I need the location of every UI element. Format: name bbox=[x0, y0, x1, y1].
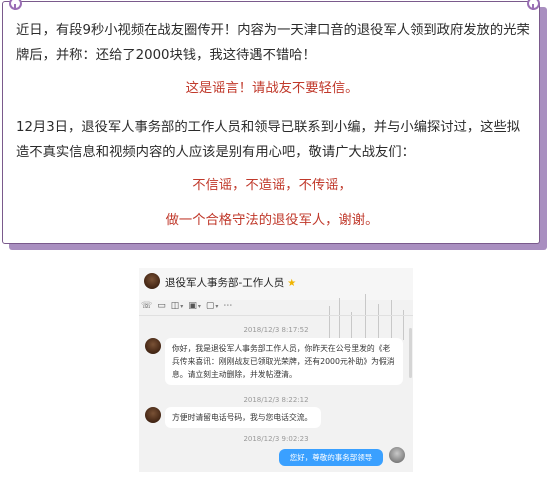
warning-text: 这是谣言！请战友不要轻信。 bbox=[185, 81, 359, 96]
divider bbox=[139, 315, 413, 316]
phone-icon[interactable]: ☏ bbox=[141, 300, 152, 312]
my-message-bubble: 您好，尊敬的事务部领导 bbox=[279, 449, 383, 466]
notice-paragraph-2: 12月3日，退役军人事务部的工作人员和领导已联系到小编，并与小编探讨过，这些拟造… bbox=[16, 120, 521, 160]
notice-paragraph-1: 近日，有段9秒小视频在战友圈传开！内容为一天津口音的退役军人领到政府发放的光荣牌… bbox=[16, 23, 530, 63]
file-icon[interactable]: ▢▾ bbox=[206, 300, 219, 313]
remote-desktop-icon[interactable]: ◫▾ bbox=[171, 300, 184, 313]
message-timestamp: 2018/12/3 8:22:12 bbox=[243, 396, 309, 404]
chat-title: 退役军人事务部-工作人员 bbox=[165, 277, 285, 289]
contact-avatar[interactable] bbox=[144, 273, 160, 289]
star-icon: ★ bbox=[287, 278, 297, 289]
slogan-2: 做一个合格守法的退役军人，谢谢。 bbox=[165, 213, 379, 228]
chat-toolbar: ☏ ▭ ◫▾ ▣▾ ▢▾ ⋯ bbox=[141, 299, 232, 313]
message-bubble: 你好，我是退役军人事务部工作人员，你昨天在公号里发的《老兵传来喜讯：刚刚战友已领… bbox=[165, 338, 403, 385]
scrollbar[interactable] bbox=[409, 328, 412, 378]
slogan-1: 不信谣，不造谣，不传谣， bbox=[192, 178, 352, 193]
chat-window: 退役军人事务部-工作人员 ★ ☏ ▭ ◫▾ ▣▾ ▢▾ ⋯ 2018/12/3 8… bbox=[139, 268, 413, 472]
message-timestamp: 2018/12/3 9:02:23 bbox=[243, 435, 309, 443]
binder-ring-icon bbox=[9, 0, 22, 10]
my-avatar[interactable] bbox=[389, 447, 405, 463]
notice-card: 近日，有段9秒小视频在战友圈传开！内容为一天津口音的退役军人领到政府发放的光荣牌… bbox=[2, 0, 540, 244]
sender-avatar[interactable] bbox=[145, 338, 161, 354]
message-bubble: 方便时请留电话号码，我与您电话交流。 bbox=[165, 407, 321, 428]
sender-avatar[interactable] bbox=[145, 407, 161, 423]
video-icon[interactable]: ▭ bbox=[157, 300, 166, 312]
screen-share-icon[interactable]: ▣▾ bbox=[188, 300, 201, 313]
binder-ring-icon bbox=[527, 0, 540, 10]
message-timestamp: 2018/12/3 8:17:52 bbox=[243, 326, 309, 334]
more-icon[interactable]: ⋯ bbox=[223, 300, 232, 312]
